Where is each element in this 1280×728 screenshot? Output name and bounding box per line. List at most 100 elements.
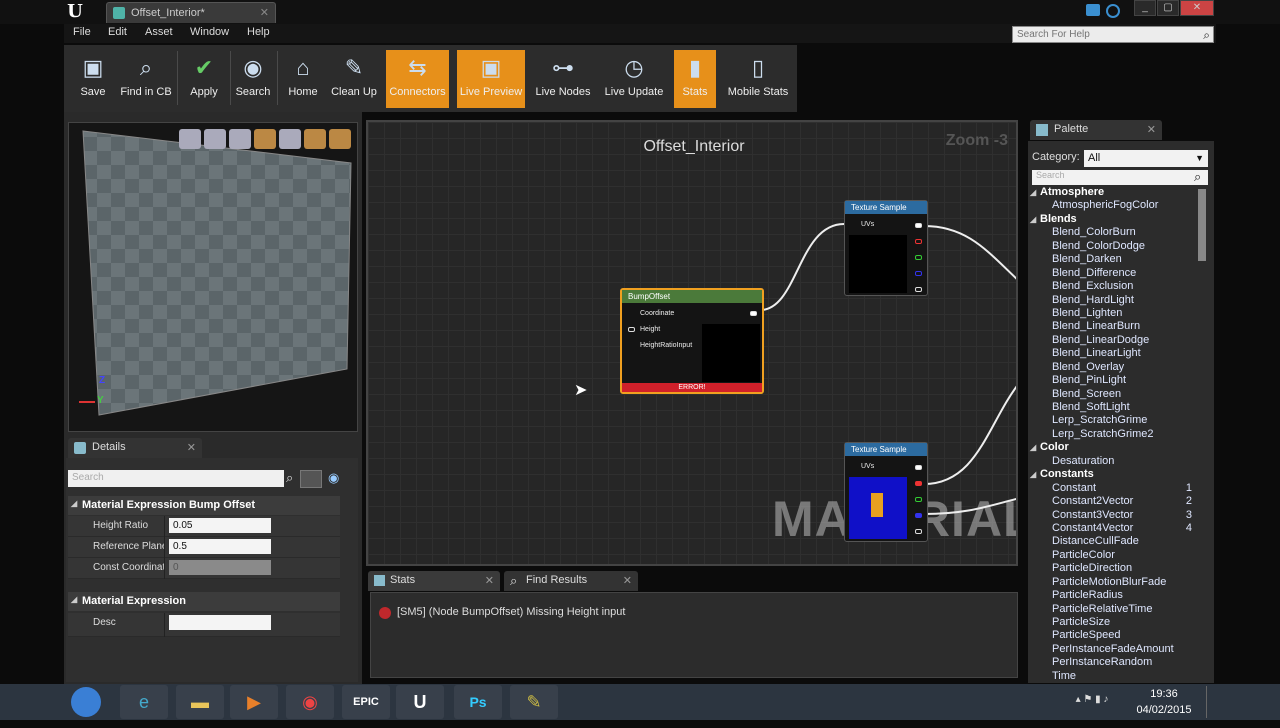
palette-search-input[interactable]: Search xyxy=(1032,170,1208,185)
cylinder-icon[interactable] xyxy=(179,129,201,149)
palette-item[interactable]: Blend_ColorDodge xyxy=(1028,240,1208,253)
palette-item[interactable]: Blend_Screen xyxy=(1028,388,1208,401)
palette-item[interactable]: Lerp_ScratchGrime2 xyxy=(1028,428,1208,441)
palette-item[interactable]: Constant4Vector 4 xyxy=(1028,522,1208,535)
palette-item[interactable]: PerInstanceRandom xyxy=(1028,656,1208,669)
output-pin-icon[interactable] xyxy=(915,239,922,244)
palette-item[interactable]: Blend_Lighten xyxy=(1028,307,1208,320)
texture-sample-node[interactable]: Texture Sample UVs xyxy=(844,200,928,296)
palette-category[interactable]: Atmosphere xyxy=(1028,186,1208,200)
connectors-button[interactable]: ⇆ Connectors xyxy=(386,50,449,108)
palette-item[interactable]: Blend_Exclusion xyxy=(1028,280,1208,293)
menu-file[interactable]: File xyxy=(73,26,91,38)
reference-plane-field[interactable]: 0.5 xyxy=(169,539,271,554)
menu-window[interactable]: Window xyxy=(190,26,229,38)
live-update-button[interactable]: ◷ Live Update xyxy=(600,50,668,108)
palette-item[interactable]: Desaturation xyxy=(1028,455,1208,468)
save-button[interactable]: ▣ Save xyxy=(68,50,118,108)
texture-sample-node[interactable]: Texture Sample UVs xyxy=(844,442,928,542)
section-material-expression[interactable]: Material Expression xyxy=(68,592,340,611)
palette-item[interactable]: Blend_SoftLight xyxy=(1028,401,1208,414)
palette-item[interactable]: ParticleDirection xyxy=(1028,562,1208,575)
close-tab-icon[interactable]: ✕ xyxy=(187,441,196,454)
palette-item[interactable]: Blend_LinearDodge xyxy=(1028,334,1208,347)
close-tab-icon[interactable]: ✕ xyxy=(260,6,269,19)
file-explorer-icon[interactable]: ▬ xyxy=(176,685,224,719)
minimize-button[interactable]: _ xyxy=(1134,0,1156,16)
maximize-button[interactable]: ▢ xyxy=(1157,0,1179,16)
palette-item[interactable]: Blend_ColorBurn xyxy=(1028,226,1208,239)
stats-button[interactable]: ▮ Stats xyxy=(674,50,716,108)
search-icon[interactable]: ⌕ xyxy=(286,470,293,486)
palette-category[interactable]: Constants xyxy=(1028,468,1208,482)
output-pin-icon[interactable] xyxy=(915,513,922,518)
sync-icon[interactable] xyxy=(1106,4,1120,18)
mesh-icon[interactable] xyxy=(279,129,301,149)
cube-icon[interactable] xyxy=(254,129,276,149)
tool-icon[interactable]: ✎ xyxy=(510,685,558,719)
palette-item[interactable]: AtmosphericFogColor xyxy=(1028,199,1208,212)
bump-offset-node[interactable]: BumpOffset Coordinate Height HeightRatio… xyxy=(620,288,764,394)
palette-item[interactable]: ParticleRadius xyxy=(1028,589,1208,602)
unreal-engine-icon[interactable]: U xyxy=(396,685,444,719)
palette-category[interactable]: Color xyxy=(1028,441,1208,455)
apply-button[interactable]: ✔ Apply xyxy=(180,50,228,108)
eye-icon[interactable]: ◉ xyxy=(328,470,339,486)
clean-up-button[interactable]: ✎ Clean Up xyxy=(328,50,380,108)
palette-item[interactable]: Blend_Darken xyxy=(1028,253,1208,266)
home-button[interactable]: ⌂ Home xyxy=(280,50,326,108)
palette-item[interactable]: ParticleMotionBlurFade xyxy=(1028,576,1208,589)
palette-item[interactable]: Blend_Difference xyxy=(1028,267,1208,280)
chrome-icon[interactable]: ◉ xyxy=(286,685,334,719)
internet-explorer-icon[interactable]: e xyxy=(120,685,168,719)
mobile-stats-button[interactable]: ▯ Mobile Stats xyxy=(724,50,792,108)
desc-field[interactable] xyxy=(169,615,271,630)
start-orb-icon[interactable] xyxy=(64,685,108,719)
details-search-input[interactable]: Search xyxy=(68,470,284,487)
palette-scrollbar[interactable] xyxy=(1198,189,1206,261)
details-tab[interactable]: Details ✕ xyxy=(68,438,202,458)
palette-item[interactable]: Lerp_ScratchGrime xyxy=(1028,414,1208,427)
output-pin-icon[interactable] xyxy=(915,481,922,486)
live-preview-button[interactable]: ▣ Live Preview xyxy=(457,50,525,108)
tab-stats[interactable]: Stats ✕ xyxy=(368,571,500,591)
clock-date[interactable]: 04/02/2015 xyxy=(1136,704,1192,716)
document-tab[interactable]: Offset_Interior* ✕ xyxy=(106,2,276,23)
output-pin-icon[interactable] xyxy=(915,223,922,228)
height-ratio-field[interactable]: 0.05 xyxy=(169,518,271,533)
palette-item[interactable]: PerInstanceFadeAmount xyxy=(1028,643,1208,656)
palette-item[interactable]: Constant2Vector 2 xyxy=(1028,495,1208,508)
output-pin-icon[interactable] xyxy=(915,255,922,260)
menu-asset[interactable]: Asset xyxy=(145,26,173,38)
chat-icon[interactable] xyxy=(1086,4,1100,16)
show-desktop-button[interactable] xyxy=(1206,686,1216,718)
grid-icon[interactable] xyxy=(304,129,326,149)
find-in-cb-button[interactable]: ⌕ Find in CB xyxy=(118,50,174,108)
clock-time[interactable]: 19:36 xyxy=(1136,688,1192,700)
grid-view-icon[interactable] xyxy=(300,470,322,488)
output-pin-icon[interactable] xyxy=(915,529,922,534)
sphere-icon[interactable] xyxy=(204,129,226,149)
palette-item[interactable]: Constant3Vector 3 xyxy=(1028,509,1208,522)
search-icon[interactable]: ⌕ xyxy=(1203,28,1210,43)
preview-viewport[interactable]: Z Y xyxy=(68,122,358,432)
palette-tab[interactable]: Palette ✕ xyxy=(1030,120,1162,140)
palette-item[interactable]: ParticleColor xyxy=(1028,549,1208,562)
palette-item[interactable]: ParticleRelativeTime xyxy=(1028,603,1208,616)
epic-games-icon[interactable]: EPIC xyxy=(342,685,390,719)
search-icon[interactable]: ⌕ xyxy=(1194,169,1201,185)
palette-category[interactable]: Blends xyxy=(1028,213,1208,227)
system-tray-icons[interactable]: ▴ ⚑ ▮ ♪ xyxy=(1052,694,1132,705)
palette-item[interactable]: Blend_Overlay xyxy=(1028,361,1208,374)
close-tab-icon[interactable]: ✕ xyxy=(623,574,632,587)
section-bump-offset[interactable]: Material Expression Bump Offset xyxy=(68,496,340,515)
palette-item[interactable]: DistanceCullFade xyxy=(1028,535,1208,548)
tab-find-results[interactable]: ⌕ Find Results ✕ xyxy=(504,571,638,591)
palette-item[interactable]: Constant 1 xyxy=(1028,482,1208,495)
output-pin-icon[interactable] xyxy=(750,311,757,316)
media-player-icon[interactable]: ▶ xyxy=(230,685,278,719)
close-tab-icon[interactable]: ✕ xyxy=(1147,123,1156,136)
search-button[interactable]: ◉ Search xyxy=(232,50,274,108)
plane-icon[interactable] xyxy=(229,129,251,149)
output-pin-icon[interactable] xyxy=(915,465,922,470)
